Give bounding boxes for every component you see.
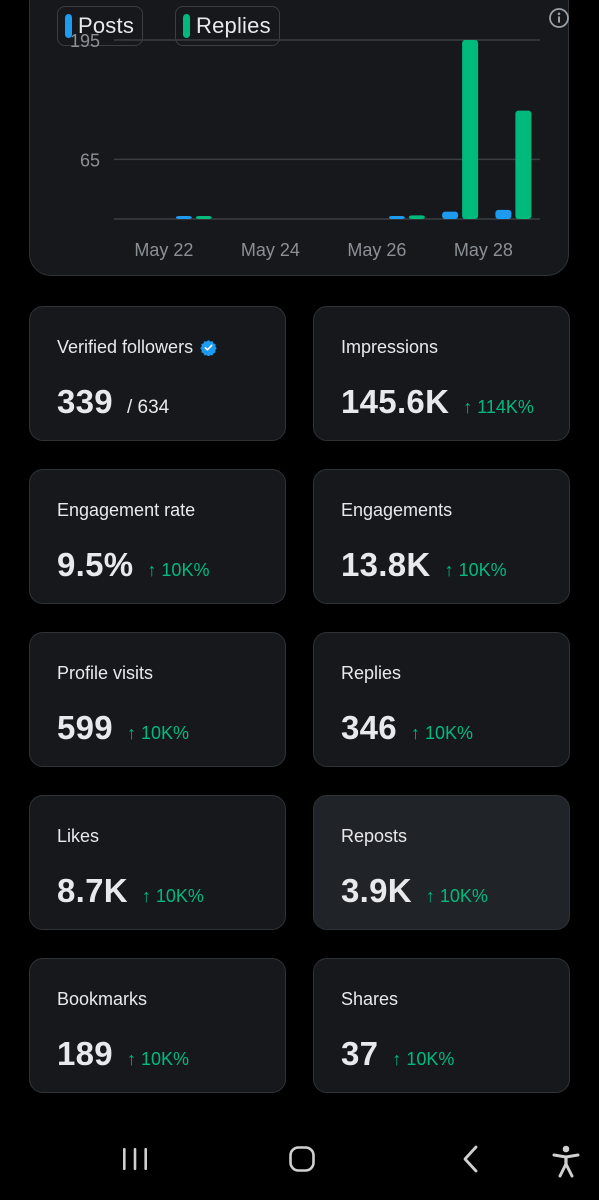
stat-row: 339 / 634 <box>57 383 169 421</box>
system-navigation-bar <box>0 1120 599 1200</box>
bar-replies-may-28 <box>515 110 532 219</box>
x-tick-label: May 22 <box>134 240 193 260</box>
x-tick-label: May 26 <box>347 240 406 260</box>
bar-replies-may-22 <box>195 216 212 219</box>
x-tick-label: May 24 <box>241 240 300 260</box>
stat-card-shares[interactable]: Shares 37 ↑ 10K% <box>313 958 570 1093</box>
stat-row: 37 ↑ 10K% <box>341 1035 454 1073</box>
recent-apps-icon[interactable] <box>120 1144 150 1174</box>
stat-label: Profile visits <box>57 663 154 683</box>
stat-change: ↑ 10K% <box>410 723 474 743</box>
stat-label: Bookmarks <box>57 989 148 1009</box>
stat-value: 599 <box>57 709 113 746</box>
bar-posts-may-28 <box>495 209 512 219</box>
stat-card-verified-followers[interactable]: Verified followers 339 / 634 <box>29 306 286 441</box>
stat-label: Replies <box>341 663 402 683</box>
stat-value: 3.9K <box>341 872 412 909</box>
stat-row: 145.6K ↑ 114K% <box>341 383 534 421</box>
stat-value: 346 <box>341 709 397 746</box>
stat-value: 339 <box>57 383 113 420</box>
bar-posts-may-27 <box>442 211 459 219</box>
stat-label: Reposts <box>341 826 408 846</box>
stat-card-bookmarks[interactable]: Bookmarks 189 ↑ 10K% <box>29 958 286 1093</box>
stat-card-impressions[interactable]: Impressions 145.6K ↑ 114K% <box>313 306 570 441</box>
stat-value: 9.5% <box>57 546 134 583</box>
stat-card-profile-visits[interactable]: Profile visits 599 ↑ 10K% <box>29 632 286 767</box>
stat-change: ↑ 10K% <box>425 886 488 906</box>
stat-change: ↑ 114K% <box>463 397 534 417</box>
accessibility-icon[interactable] <box>550 1144 582 1178</box>
stat-row: 346 ↑ 10K% <box>341 709 473 747</box>
activity-chart-card: Posts Replies 195 65 May 22 May 24 May 26 May… <box>29 0 569 276</box>
stat-label: Engagement rate <box>57 500 196 520</box>
stat-row: 13.8K ↑ 10K% <box>341 546 507 584</box>
stat-row: 599 ↑ 10K% <box>57 709 189 747</box>
stat-card-replies[interactable]: Replies 346 ↑ 10K% <box>313 632 570 767</box>
bar-posts-may-22 <box>175 216 192 219</box>
stat-value: 145.6K <box>341 383 450 420</box>
stat-total: / 634 <box>126 397 170 418</box>
stat-label: Verified followers <box>57 337 217 358</box>
stat-row: 3.9K ↑ 10K% <box>341 872 488 910</box>
stat-label: Likes <box>57 826 100 846</box>
stat-card-reposts[interactable]: Reposts 3.9K ↑ 10K% <box>313 795 570 930</box>
stat-row: 8.7K ↑ 10K% <box>57 872 204 910</box>
y-tick-label: 65 <box>80 150 100 170</box>
activity-bar-chart: 195 65 May 22 May 24 May 26 May 28 <box>70 31 540 260</box>
bar-replies-may-27 <box>462 39 479 219</box>
stat-change: ↑ 10K% <box>126 1049 190 1069</box>
stat-row: 189 ↑ 10K% <box>57 1035 189 1073</box>
analytics-screen: Posts Replies 195 65 May 22 May 24 May 26 May… <box>0 0 599 1200</box>
stat-change: ↑ 10K% <box>444 560 507 580</box>
home-icon[interactable] <box>287 1144 317 1174</box>
stat-change: ↑ 10K% <box>141 886 204 906</box>
stat-card-engagement-rate[interactable]: Engagement rate 9.5% ↑ 10K% <box>29 469 286 604</box>
stat-card-likes[interactable]: Likes 8.7K ↑ 10K% <box>29 795 286 930</box>
bar-replies-may-26 <box>408 215 425 219</box>
stat-value: 189 <box>57 1035 113 1072</box>
stat-change: ↑ 10K% <box>147 560 210 580</box>
y-tick-label: 195 <box>70 31 100 51</box>
stat-value: 8.7K <box>57 872 128 909</box>
bar-posts-may-26 <box>388 216 405 219</box>
stat-value: 13.8K <box>341 546 431 583</box>
stat-change: ↑ 10K% <box>126 723 190 743</box>
stat-label: Engagements <box>341 500 453 520</box>
x-tick-label: May 28 <box>454 240 513 260</box>
stat-row: 9.5% ↑ 10K% <box>57 546 209 584</box>
back-icon[interactable] <box>456 1144 486 1174</box>
verified-badge-icon <box>200 340 217 356</box>
stat-card-engagements[interactable]: Engagements 13.8K ↑ 10K% <box>313 469 570 604</box>
stat-label: Impressions <box>341 337 439 357</box>
stat-value: 37 <box>341 1035 379 1072</box>
stat-label-text: Verified followers <box>57 337 194 357</box>
stat-change: ↑ 10K% <box>392 1049 455 1069</box>
stat-label: Shares <box>341 989 399 1009</box>
